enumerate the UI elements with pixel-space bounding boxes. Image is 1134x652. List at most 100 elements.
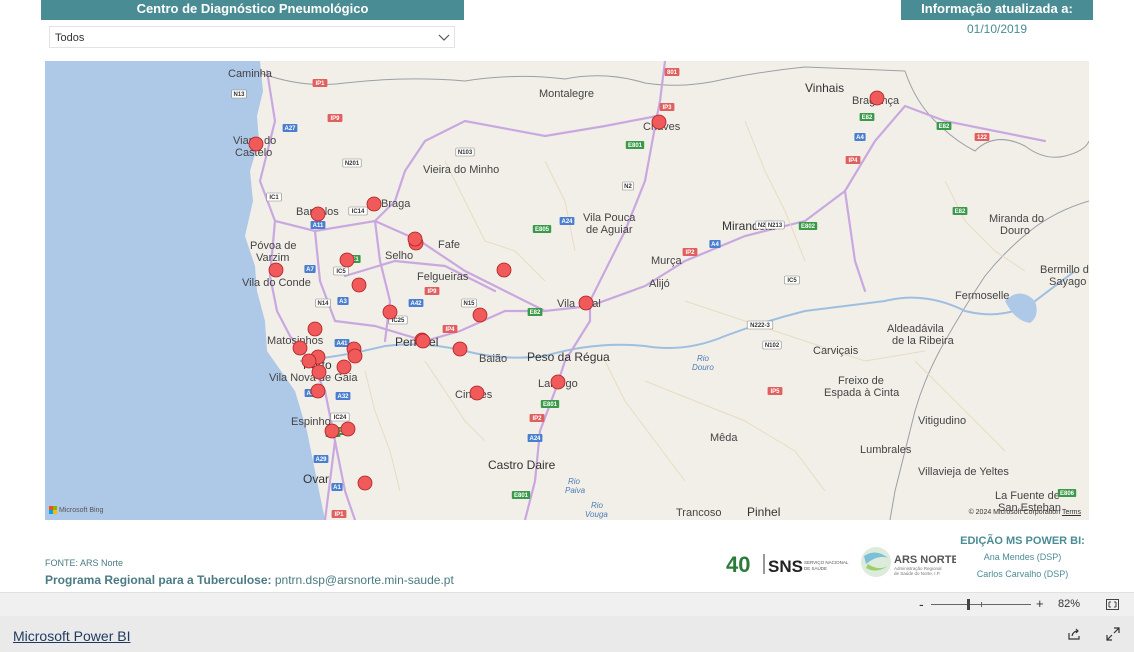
diagnostic-center-marker[interactable] — [869, 90, 885, 106]
chevron-down-icon — [438, 34, 450, 41]
map-copyright: © 2024 Microsoft Corporation Terms — [969, 509, 1081, 516]
river-vouga-label1: Rio — [591, 501, 604, 510]
road-shield: E82 — [952, 207, 968, 215]
place-pinhel: Pinhel — [747, 505, 780, 519]
road-shield-label: IC14 — [352, 209, 365, 215]
logo-40: 40 — [726, 552, 750, 577]
road-shield-label: A24 — [561, 219, 573, 225]
center-filter-dropdown[interactable]: Todos — [49, 26, 455, 48]
road-shield: A4 — [709, 240, 721, 248]
diagnostic-center-marker[interactable] — [415, 333, 431, 349]
bing-logo: Microsoft Bing — [49, 506, 103, 514]
fullscreen-icon[interactable] — [1106, 627, 1120, 641]
diagnostic-center-marker[interactable] — [340, 421, 356, 437]
diagnostic-center-marker[interactable] — [366, 196, 382, 212]
road-shield: A11 — [310, 221, 326, 229]
road-shield: A32 — [335, 392, 351, 400]
author-ana-mendes: Ana Mendes (DSP) — [983, 552, 1062, 562]
zoom-in-button[interactable]: + — [1036, 596, 1044, 611]
road-shield-label: A3 — [339, 299, 347, 305]
share-icon[interactable] — [1067, 627, 1081, 641]
diagnostic-center-marker[interactable] — [310, 206, 326, 222]
diagnostic-center-marker[interactable] — [469, 385, 485, 401]
road-shield: A4 — [854, 133, 866, 141]
road-shield-label: E801 — [628, 143, 643, 149]
logo-sns-sub1: SERVIÇO NACIONAL — [804, 560, 849, 565]
program-label: Programa Regional para a Tuberculose: — [45, 573, 272, 587]
place-vilapouca2: de Aguiar — [586, 224, 633, 236]
diagnostic-center-marker[interactable] — [292, 340, 308, 356]
road-shield: A24 — [527, 434, 543, 442]
place-freixo1: Freixo de — [838, 375, 884, 387]
diagnostic-center-marker[interactable] — [472, 307, 488, 323]
road-shield: 122 — [974, 133, 990, 141]
road-shield-label: IC5 — [336, 269, 346, 275]
road-shield-label: E805 — [535, 227, 550, 233]
road-shield: A24 — [559, 217, 575, 225]
partner-logos: 40 SNS SERVIÇO NACIONAL DE SAÚDE ARS NOR… — [726, 547, 956, 577]
road-shield-label: IP1 — [315, 81, 325, 87]
diagnostic-center-marker[interactable] — [357, 475, 373, 491]
place-espinho: Espinho — [291, 416, 331, 428]
diagnostic-center-marker[interactable] — [407, 231, 423, 247]
road-shield: IC5 — [784, 275, 800, 285]
diagnostic-center-marker[interactable] — [382, 304, 398, 320]
road-shield-label: A27 — [284, 126, 296, 132]
road-shield-label: N15 — [463, 301, 475, 307]
page-title: Centro de Diagnóstico Pneumológico — [41, 0, 464, 20]
road-shield: IP9 — [424, 287, 440, 295]
diagnostic-center-marker[interactable] — [651, 114, 667, 130]
road-shield-label: IP5 — [770, 389, 780, 395]
place-vinhais: Vinhais — [805, 81, 844, 95]
copyright-text: © 2024 Microsoft Corporation — [968, 509, 1061, 516]
diagnostic-center-marker[interactable] — [310, 383, 326, 399]
diagnostic-center-marker[interactable] — [336, 359, 352, 375]
road-shield-label: 801 — [667, 70, 678, 76]
diagnostic-center-marker[interactable] — [311, 364, 327, 380]
place-miranda1: Miranda do — [989, 213, 1044, 225]
road-shield-label: A11 — [313, 223, 324, 229]
road-shield: N14 — [315, 298, 331, 308]
diagnostic-center-marker[interactable] — [496, 262, 512, 278]
diagnostic-center-marker[interactable] — [248, 136, 264, 152]
diagnostic-center-marker[interactable] — [452, 341, 468, 357]
zoom-out-button[interactable]: - — [919, 596, 924, 612]
place-bermillo1: Bermillo de — [1040, 264, 1089, 276]
diagnostic-center-marker[interactable] — [339, 252, 355, 268]
road-shield: A27 — [282, 124, 298, 132]
diagnostic-center-marker[interactable] — [301, 353, 317, 369]
river-douro-label1: Rio — [697, 354, 710, 363]
terms-link[interactable]: Terms — [1062, 509, 1081, 516]
diagnostic-center-marker[interactable] — [578, 295, 594, 311]
zoom-percent: 82% — [1058, 598, 1081, 610]
diagnostic-center-marker[interactable] — [307, 321, 323, 337]
logo-ars-sub2: de Saúde do Norte, I.P. — [894, 571, 940, 576]
road-shield: IP1 — [312, 79, 328, 87]
place-povoa1: Póvoa de — [250, 240, 296, 252]
fit-to-page-icon[interactable] — [1106, 599, 1119, 610]
diagnostic-center-marker[interactable] — [550, 374, 566, 390]
road-shield-label: N2 — [624, 184, 632, 190]
road-shield-label: A4 — [856, 135, 864, 141]
powerbi-footer: Microsoft Power BI — [0, 616, 1134, 652]
road-shield: IP2 — [682, 248, 698, 256]
road-shield-label: A29 — [315, 457, 327, 463]
report-canvas: Centro de Diagnóstico Pneumológico Todos… — [0, 0, 1134, 592]
diagnostic-center-marker[interactable] — [268, 262, 284, 278]
diagnostic-center-marker[interactable] — [324, 423, 340, 439]
road-shield: A3 — [337, 297, 349, 305]
road-shield: E801 — [625, 141, 645, 149]
place-lafuente1: La Fuente de — [995, 490, 1060, 502]
zoom-slider-thumb[interactable] — [967, 599, 970, 610]
map-canvas[interactable]: Caminha Viana do Castelo Montalegre Chav… — [45, 61, 1089, 520]
diagnostic-center-marker[interactable] — [347, 348, 363, 364]
road-shield-label: E802 — [801, 224, 816, 230]
place-castrodaire: Castro Daire — [488, 458, 556, 472]
map-visual[interactable]: Caminha Viana do Castelo Montalegre Chav… — [45, 61, 1089, 520]
road-shield: A41 — [334, 339, 350, 347]
road-shield: 801 — [664, 68, 680, 76]
road-shield-label: A41 — [336, 341, 348, 347]
diagnostic-center-marker[interactable] — [351, 277, 367, 293]
author-carlos-carvalho: Carlos Carvalho (DSP) — [976, 569, 1069, 579]
powerbi-link[interactable]: Microsoft Power BI — [13, 628, 130, 644]
